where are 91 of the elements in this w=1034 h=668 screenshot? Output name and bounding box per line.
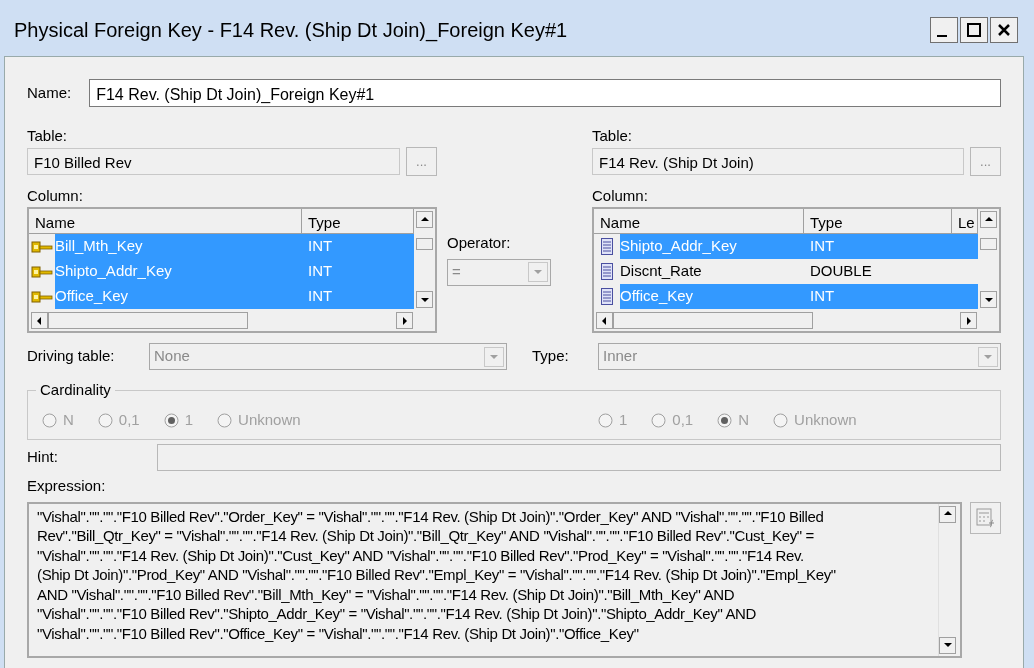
minimize-button[interactable] <box>930 17 958 43</box>
table-label: Table: <box>592 126 634 146</box>
column-type: INT <box>307 286 334 307</box>
column-name: Office_Key <box>55 286 130 307</box>
minimize-icon <box>937 35 947 37</box>
scroll-left-button[interactable] <box>31 312 48 329</box>
key-icon <box>31 265 53 278</box>
column-row[interactable]: Bill_Mth_Key INT <box>55 234 414 259</box>
column-label: Column: <box>592 186 649 206</box>
radio-label: 1 <box>619 409 628 430</box>
column-list[interactable]: Name Type Bill_Mth_Key INT Shipto_Addr_Key INT Office_Key INT <box>27 207 437 333</box>
column-icon <box>601 263 613 280</box>
column-row[interactable]: Shipto_Addr_Key INT <box>620 234 978 259</box>
column-header[interactable]: Type <box>804 209 952 234</box>
caret-icon <box>978 346 998 367</box>
radio-label: 0,1 <box>672 409 694 430</box>
column-icon <box>601 288 613 305</box>
column-row[interactable]: Discnt_Rate DOUBLE <box>620 259 978 284</box>
scroll-thumb[interactable] <box>416 238 433 250</box>
window-title: Physical Foreign Key - F14 Rev. (Ship Dt Join)_Foreign Key#1 <box>14 18 569 44</box>
dropdown-value: Inner <box>602 346 639 367</box>
expression-label: Expression: <box>27 476 107 496</box>
scroll-left-button[interactable] <box>596 312 613 329</box>
type-label: Type: <box>532 346 570 367</box>
scroll-up-button[interactable] <box>980 211 997 228</box>
column-type: INT <box>307 236 334 257</box>
expression-line: "Vishal"."".""."F10 Billed Rev"."Shipto_Addr_Key" = "Vishal"."".""."F14 Rev. (Ship Dt Join)"."Shipto_Addr_Key" AND <box>37 604 757 624</box>
column-header[interactable]: Le <box>952 209 978 234</box>
scroll-thumb[interactable] <box>48 312 248 329</box>
caret-icon <box>484 346 504 367</box>
hint-field[interactable] <box>157 444 1001 471</box>
column-row[interactable]: Office_Key INT <box>55 284 414 309</box>
scroll-thumb[interactable] <box>980 238 997 250</box>
scroll-right-button[interactable] <box>960 312 977 329</box>
radio-label: Unknown <box>794 409 857 430</box>
close-button[interactable] <box>990 17 1018 43</box>
column-header[interactable]: Name <box>29 209 302 234</box>
radio-label: Unknown <box>238 409 301 430</box>
operator-label: Operator: <box>447 233 512 253</box>
scroll-thumb[interactable] <box>613 312 813 329</box>
caret-icon <box>528 262 548 282</box>
scroll-down-button[interactable] <box>980 291 997 308</box>
column-list[interactable]: Name Type Le Shipto_Addr_Key INT Discnt_Rate DOUBLE Office_Key INT <box>592 207 1001 333</box>
driving-table-label: Driving table: <box>27 346 116 367</box>
radio-label: N <box>738 409 750 430</box>
radio-label: 1 <box>184 409 194 430</box>
column-name: Office_Key <box>620 286 695 307</box>
key-icon <box>31 290 53 303</box>
hint-label: Hint: <box>27 447 59 468</box>
column-icon <box>601 238 613 255</box>
table-label: Table: <box>27 126 69 146</box>
key-icon <box>31 240 53 253</box>
maximize-icon <box>966 22 982 38</box>
column-name: Shipto_Addr_Key <box>55 261 173 282</box>
expression-line: "Vishal"."".""."F10 Billed Rev"."Order_Key" = "Vishal"."".""."F14 Rev. (Ship Dt Join)"."Order_Key" AND "Vishal"."".""."F10 Billed <box>37 506 824 526</box>
maximize-button[interactable] <box>960 17 988 43</box>
expression-line: "Vishal"."".""."F10 Billed Rev"."Office_Key" = "Vishal"."".""."F14 Rev. (Ship Dt Join)"."Office_Key" <box>37 623 639 643</box>
close-icon <box>996 22 1012 38</box>
radio-label: 0,1 <box>118 409 140 430</box>
column-type: INT <box>809 286 836 307</box>
scroll-up-button[interactable] <box>416 211 433 228</box>
expression-line: "Vishal"."".""."F14 Rev. (Ship Dt Join)"."Cust_Key" AND "Vishal"."".""."F10 Billed Rev"."Prod_Key" = "Vishal"."".""."F14 Rev. <box>37 545 804 565</box>
scroll-down-button[interactable] <box>416 291 433 308</box>
column-header[interactable]: Type <box>302 209 414 234</box>
column-name: Shipto_Addr_Key <box>620 236 738 257</box>
scroll-right-button[interactable] <box>396 312 413 329</box>
column-type: INT <box>809 236 836 257</box>
scroll-up-button[interactable] <box>939 505 957 523</box>
table-field: F14 Rev. (Ship Dt Join) <box>592 148 964 175</box>
expression-line: Rev"."Bill_Qtr_Key" = "Vishal"."".""."F14 Rev. (Ship Dt Join)"."Bill_Qtr_Key" AND "Vishal"."".""."F10 Billed Rev"."Cust_Key" = <box>37 526 814 546</box>
column-row[interactable]: Office_Key INT <box>620 284 978 309</box>
expression-field[interactable] <box>27 501 963 658</box>
expression-line: AND "Vishal"."".""."F10 Billed Rev"."Bill_Mth_Key" = "Vishal"."".""."F14 Rev. (Ship Dt Join)"."Bill_Mth_Key" AND <box>37 584 735 604</box>
column-type: DOUBLE <box>809 261 873 282</box>
calculator-icon <box>974 506 997 529</box>
radio-label: N <box>63 409 74 430</box>
name-field[interactable]: F14 Rev. (Ship Dt Join)_Foreign Key#1 <box>89 79 1001 107</box>
name-label: Name: <box>27 82 72 103</box>
table-field: F10 Billed Rev <box>27 148 400 175</box>
column-name: Discnt_Rate <box>620 261 703 282</box>
dropdown-value: = <box>451 261 462 282</box>
dropdown-value: None <box>153 346 191 367</box>
column-type: INT <box>307 261 334 282</box>
column-header[interactable]: Name <box>594 209 804 234</box>
scroll-down-button[interactable] <box>939 636 957 654</box>
browse-button[interactable]: ... <box>970 147 1001 176</box>
expression-line: (Ship Dt Join)"."Prod_Key" AND "Vishal"."".""."F10 Billed Rev"."Empl_Key" = "Vishal"."".""."F14 Rev. (Ship Dt Join)"."Empl_Key" <box>37 565 836 585</box>
column-name: Bill_Mth_Key <box>55 236 144 257</box>
column-label: Column: <box>27 186 84 206</box>
browse-button[interactable]: ... <box>406 147 437 176</box>
column-row[interactable]: Shipto_Addr_Key INT <box>55 259 414 284</box>
